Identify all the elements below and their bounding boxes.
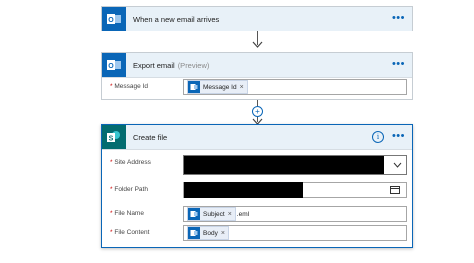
folder-path-label-text: Folder Path [114,186,148,193]
svg-text:S: S [109,136,114,143]
folder-picker-icon[interactable] [390,186,400,194]
message-id-field[interactable]: Message Id × [183,79,407,95]
required-star: * [110,186,113,193]
file-name-field[interactable]: Subject × .eml [183,206,407,222]
folder-path-label: * Folder Path [110,186,148,193]
remove-token-icon[interactable]: × [228,211,232,218]
folder-path-field[interactable] [183,182,407,198]
required-star: * [110,229,113,236]
remove-token-icon[interactable]: × [221,230,225,237]
outlook-token-icon [188,208,200,220]
info-icon[interactable]: i [372,131,384,143]
file-content-row: * File Content Body × [102,225,412,241]
outlook-token-icon [188,81,200,93]
site-address-label: * Site Address [110,159,151,166]
redacted-value [184,156,384,174]
redacted-value [184,182,303,198]
body-token-label: Body [203,229,218,237]
file-content-label-text: File Content [114,229,150,236]
subject-token-label: Subject [203,210,225,218]
file-extension-text: .eml [236,210,250,218]
required-star: * [110,210,113,217]
message-id-label-text: Message Id [114,83,148,90]
folder-path-row: * Folder Path [102,182,412,198]
trigger-card-header[interactable]: O When a new email arrives ••• [102,7,412,31]
outlook-icon: O [102,7,126,31]
required-star: * [110,159,113,166]
file-content-label: * File Content [110,229,149,236]
more-options-icon[interactable]: ••• [392,57,405,71]
export-card-header[interactable]: O Export email (Preview) ••• [102,53,412,78]
create-card-header[interactable]: S Create file i ••• [102,125,412,150]
message-id-token-label: Message Id [203,83,237,91]
outlook-token-icon [188,227,200,239]
site-address-dropdown[interactable] [183,155,407,175]
create-file-card[interactable]: S Create file i ••• * Site Address * Fol… [101,124,413,248]
trigger-card[interactable]: O When a new email arrives ••• [101,6,413,31]
message-id-label: * Message Id [110,83,148,90]
chevron-down-icon[interactable] [393,162,402,168]
svg-text:O: O [108,63,114,70]
remove-token-icon[interactable]: × [240,84,244,91]
site-address-row: * Site Address [102,155,412,175]
message-id-token[interactable]: Message Id × [187,80,248,94]
export-title: Export email (Preview) [133,61,209,70]
subject-token[interactable]: Subject × [187,207,236,221]
site-address-label-text: Site Address [114,159,151,166]
export-email-card[interactable]: O Export email (Preview) ••• * Message Id… [101,52,413,100]
message-id-row: * Message Id Message Id × [102,79,412,95]
preview-tag: (Preview) [177,60,210,70]
file-name-label-text: File Name [114,210,144,217]
trigger-title: When a new email arrives [133,14,220,24]
file-content-field[interactable]: Body × [183,225,407,241]
sharepoint-icon: S [102,125,126,149]
more-options-icon[interactable]: ••• [392,129,405,143]
required-star: * [110,83,113,90]
body-token[interactable]: Body × [187,226,229,240]
add-step-button[interactable]: + [252,106,263,117]
arrow-down-icon [252,41,263,48]
create-title: Create file [133,132,168,142]
file-name-row: * File Name Subject × .eml [102,206,412,222]
export-title-text: Export email [133,60,175,70]
outlook-icon: O [102,53,126,77]
more-options-icon[interactable]: ••• [392,11,405,25]
svg-text:O: O [108,17,114,24]
file-name-label: * File Name [110,210,144,217]
